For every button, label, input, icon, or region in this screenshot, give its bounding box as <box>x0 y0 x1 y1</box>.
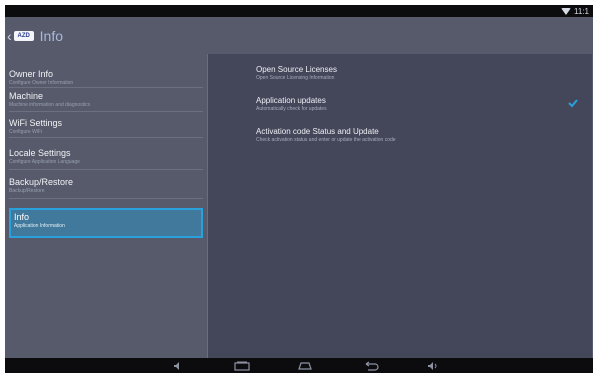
back-icon[interactable] <box>362 360 380 371</box>
pref-open-source-licenses[interactable]: Open Source Licenses Open Source Licensi… <box>256 65 576 82</box>
divider <box>9 111 203 112</box>
android-screen: 11:1 ‹ AZD Info Owner Info Configure Own… <box>5 5 593 373</box>
preferences-panel: Open Source Licenses Open Source Licensi… <box>207 54 592 358</box>
volume-up-icon[interactable] <box>426 360 440 371</box>
sidebar-item-backup-restore[interactable]: Backup/Restore Backup/Restore <box>9 177 203 195</box>
status-time: 11:1 <box>574 6 589 16</box>
pref-application-updates[interactable]: Application updates Automatically check … <box>256 96 576 113</box>
sidebar-item-owner-info[interactable]: Owner Info Configure Owner Information <box>9 69 203 87</box>
sidebar-item-info[interactable]: Info Application Information <box>9 208 203 238</box>
divider <box>9 198 203 199</box>
recent-apps-icon[interactable] <box>233 360 251 371</box>
app-logo[interactable]: AZD <box>13 30 34 41</box>
settings-headers-list: Owner Info Configure Owner Information M… <box>5 54 207 358</box>
volume-down-icon[interactable] <box>172 360 184 371</box>
action-bar: ‹ AZD Info <box>5 17 593 54</box>
divider <box>9 87 203 88</box>
navigation-bar <box>5 358 593 373</box>
status-bar: 11:1 <box>5 5 593 17</box>
divider <box>9 169 203 170</box>
up-navigation-icon[interactable]: ‹ <box>7 29 12 43</box>
sidebar-item-locale-settings[interactable]: Locale Settings Configure Application La… <box>9 148 203 166</box>
page-title: Info <box>39 27 64 44</box>
sidebar-item-wifi-settings[interactable]: WiFi Settings Configure WiFi <box>9 118 203 136</box>
checkmark-icon <box>568 99 578 108</box>
wifi-icon <box>561 7 572 15</box>
application-updates-checkbox[interactable] <box>568 98 578 108</box>
sidebar-item-machine[interactable]: Machine Machine information and diagnost… <box>9 91 203 109</box>
divider <box>9 137 203 138</box>
pref-activation-code[interactable]: Activation code Status and Update Check … <box>256 127 576 144</box>
home-icon[interactable] <box>296 360 314 371</box>
